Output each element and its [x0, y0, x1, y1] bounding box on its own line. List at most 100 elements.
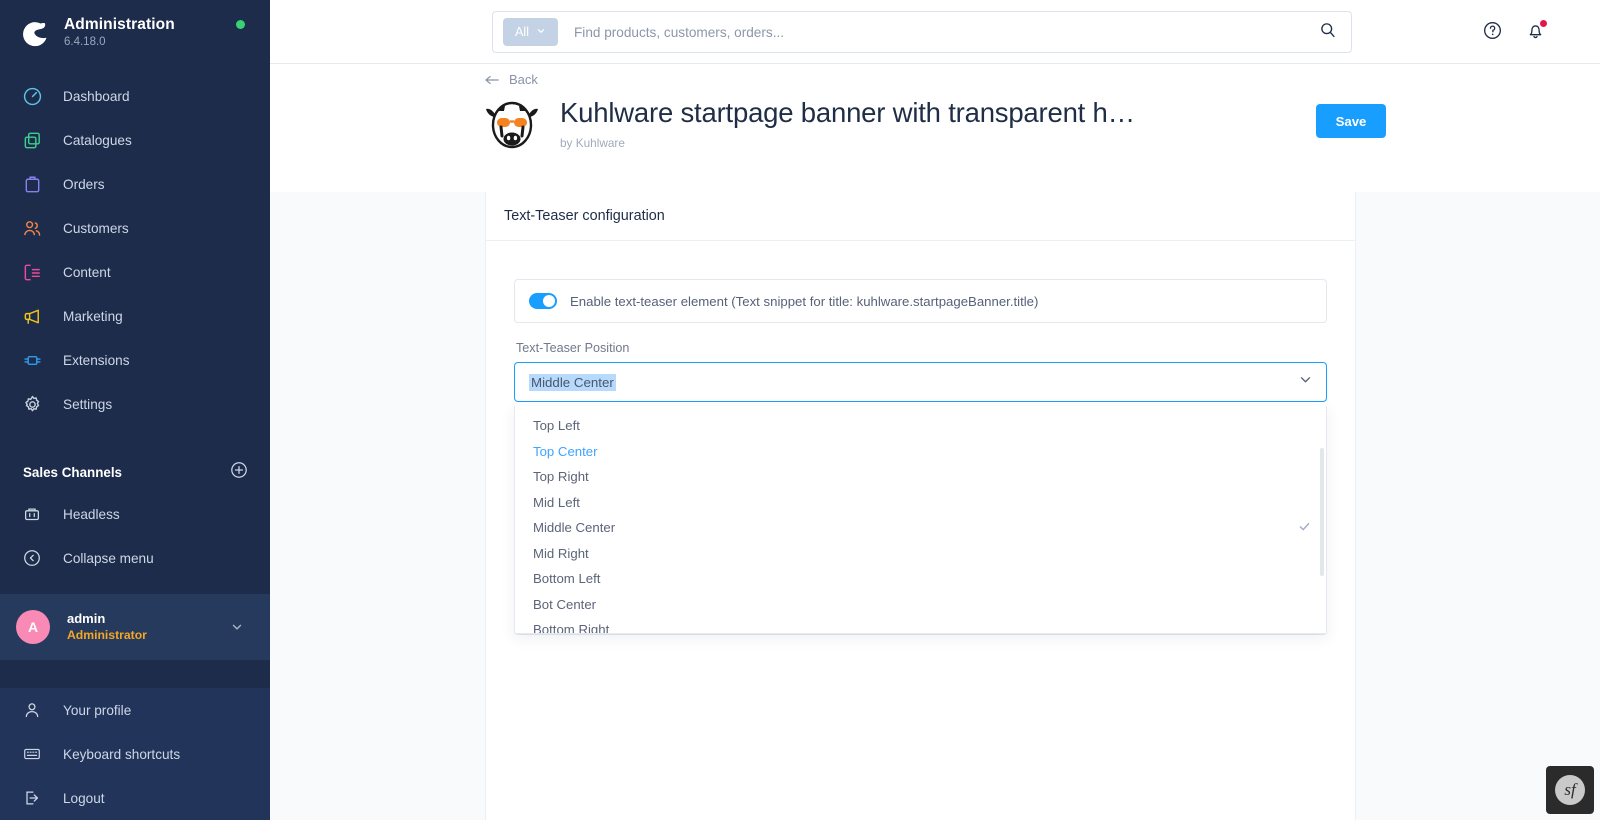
- position-select[interactable]: Middle Center: [514, 362, 1327, 402]
- search-input[interactable]: [574, 24, 1319, 40]
- sidebar-item-settings[interactable]: Settings: [0, 382, 270, 426]
- search-scope-dropdown[interactable]: All: [503, 18, 558, 46]
- sidebar-label: Content: [63, 264, 111, 280]
- dropdown-option-label: Middle Center: [533, 520, 616, 536]
- brand-version: 6.4.18.0: [64, 36, 106, 49]
- dropdown-option-label: Bottom Right: [533, 622, 610, 634]
- marketing-icon: [20, 304, 44, 328]
- search-scope-label: All: [515, 25, 529, 39]
- position-field-label: Text-Teaser Position: [516, 341, 630, 355]
- sidebar-item-collapse-menu[interactable]: Collapse menu: [0, 536, 270, 580]
- sidebar-label: Marketing: [63, 308, 123, 324]
- page-title: Kuhlware startpage banner with transpare…: [560, 97, 1135, 129]
- dropdown-option-label: Top Center: [533, 443, 598, 459]
- sidebar-item-catalogues[interactable]: Catalogues: [0, 118, 270, 162]
- dropdown-option[interactable]: Mid Left: [515, 490, 1326, 516]
- dropdown-scrollbar[interactable]: [1320, 448, 1324, 576]
- symfony-logo-icon: sf: [1555, 775, 1585, 805]
- chevron-down-icon: [230, 620, 244, 639]
- sidebar-item-dashboard[interactable]: Dashboard: [0, 74, 270, 118]
- dropdown-option-label: Bottom Left: [533, 571, 601, 587]
- dropdown-option[interactable]: Top Right: [515, 464, 1326, 490]
- shopware-logo-icon: [18, 16, 52, 50]
- dropdown-option-label: Top Right: [533, 469, 589, 485]
- extension-identity: Kuhlware startpage banner with transpare…: [482, 94, 1135, 154]
- back-button[interactable]: Back: [484, 72, 538, 87]
- dropdown-option[interactable]: Top Center: [515, 439, 1326, 465]
- toggle-text-teaser[interactable]: [529, 293, 557, 309]
- dropdown-option[interactable]: Bottom Right: [515, 617, 1326, 634]
- extension-author: by Kuhlware: [560, 135, 625, 150]
- keyboard-icon: [20, 742, 44, 766]
- sales-channels-title: Sales Channels: [23, 464, 122, 480]
- user-menu[interactable]: A admin Administrator: [0, 594, 270, 660]
- main-region: All Find products, customers, orders... …: [270, 0, 1600, 820]
- sidebar-label: Customers: [63, 220, 129, 236]
- sidebar-label: Catalogues: [63, 132, 132, 148]
- user-icon: [20, 698, 44, 722]
- sidebar-item-headless[interactable]: Headless: [0, 492, 270, 536]
- status-indicator-dot: [236, 20, 245, 29]
- position-dropdown-list[interactable]: Top Left Top Center Top Right Mid Left M…: [514, 406, 1327, 634]
- bell-icon[interactable]: [1525, 19, 1548, 46]
- catalogues-icon: [20, 128, 44, 152]
- content-area: Text-Teaser configuration Enable text-te…: [270, 192, 1600, 820]
- brand-title: Administration: [64, 16, 175, 34]
- dropdown-option[interactable]: Top Left: [515, 413, 1326, 439]
- dropdown-option-selected[interactable]: Middle Center: [515, 515, 1326, 541]
- user-name: admin: [67, 611, 106, 627]
- customers-icon: [20, 216, 44, 240]
- sidebar: Administration 6.4.18.0 Dashboard Catalo…: [0, 0, 270, 820]
- sidebar-item-extensions[interactable]: Extensions: [0, 338, 270, 382]
- orders-icon: [20, 172, 44, 196]
- check-icon: [1298, 520, 1311, 536]
- card-title: Text-Teaser configuration: [504, 208, 665, 224]
- global-search[interactable]: All: [492, 11, 1352, 53]
- dropdown-option-label: Bot Center: [533, 596, 597, 612]
- sidebar-nav: Dashboard Catalogues Orders Customers Co…: [0, 74, 270, 426]
- sidebar-item-content[interactable]: Content: [0, 250, 270, 294]
- dashboard-icon: [20, 84, 44, 108]
- topbar: All: [270, 0, 1600, 64]
- symfony-profiler-badge[interactable]: sf: [1546, 766, 1594, 814]
- help-circle-icon[interactable]: [1482, 20, 1503, 46]
- save-button[interactable]: Save: [1316, 104, 1386, 138]
- search-icon[interactable]: [1319, 21, 1337, 44]
- dropdown-option[interactable]: Bot Center: [515, 592, 1326, 618]
- dropdown-option[interactable]: Mid Right: [515, 541, 1326, 567]
- sidebar-item-customers[interactable]: Customers: [0, 206, 270, 250]
- page-header: Back Kuhlware startpage banner with tran…: [270, 64, 1600, 192]
- sidebar-label: Keyboard shortcuts: [63, 746, 181, 762]
- dropdown-option[interactable]: Bottom Left: [515, 566, 1326, 592]
- back-label: Back: [509, 72, 538, 87]
- sidebar-bottom-nav: Your profile Keyboard shortcuts Logout: [0, 688, 270, 820]
- sidebar-label: Your profile: [63, 702, 132, 718]
- sidebar-item-keyboard-shortcuts[interactable]: Keyboard shortcuts: [0, 732, 270, 776]
- sidebar-item-orders[interactable]: Orders: [0, 162, 270, 206]
- sidebar-item-logout[interactable]: Logout: [0, 776, 270, 820]
- content-icon: [20, 260, 44, 284]
- basket-icon: [20, 502, 44, 526]
- collapse-icon: [20, 546, 44, 570]
- sidebar-item-your-profile[interactable]: Your profile: [0, 688, 270, 732]
- user-role: Administrator: [67, 627, 147, 642]
- sidebar-label: Collapse menu: [63, 550, 154, 566]
- extensions-icon: [20, 348, 44, 372]
- sidebar-label: Dashboard: [63, 88, 130, 104]
- avatar: A: [16, 610, 50, 644]
- dropdown-option-label: Top Left: [533, 418, 580, 434]
- toggle-row-text-teaser[interactable]: Enable text-teaser element (Text snippet…: [514, 279, 1327, 323]
- sidebar-brand[interactable]: Administration 6.4.18.0: [0, 0, 270, 60]
- sidebar-label: Logout: [63, 790, 105, 806]
- sidebar-item-marketing[interactable]: Marketing: [0, 294, 270, 338]
- topbar-actions: [1482, 19, 1548, 46]
- chevron-down-icon: [1298, 372, 1313, 392]
- plus-circle-icon[interactable]: [230, 461, 248, 484]
- notification-badge: [1539, 19, 1548, 28]
- sidebar-label: Headless: [63, 506, 120, 522]
- sidebar-label: Settings: [63, 396, 113, 412]
- configuration-card: Text-Teaser configuration Enable text-te…: [485, 192, 1356, 820]
- position-select-value: Middle Center: [529, 373, 616, 391]
- arrow-left-icon: [485, 75, 499, 84]
- card-header: Text-Teaser configuration: [486, 192, 1355, 241]
